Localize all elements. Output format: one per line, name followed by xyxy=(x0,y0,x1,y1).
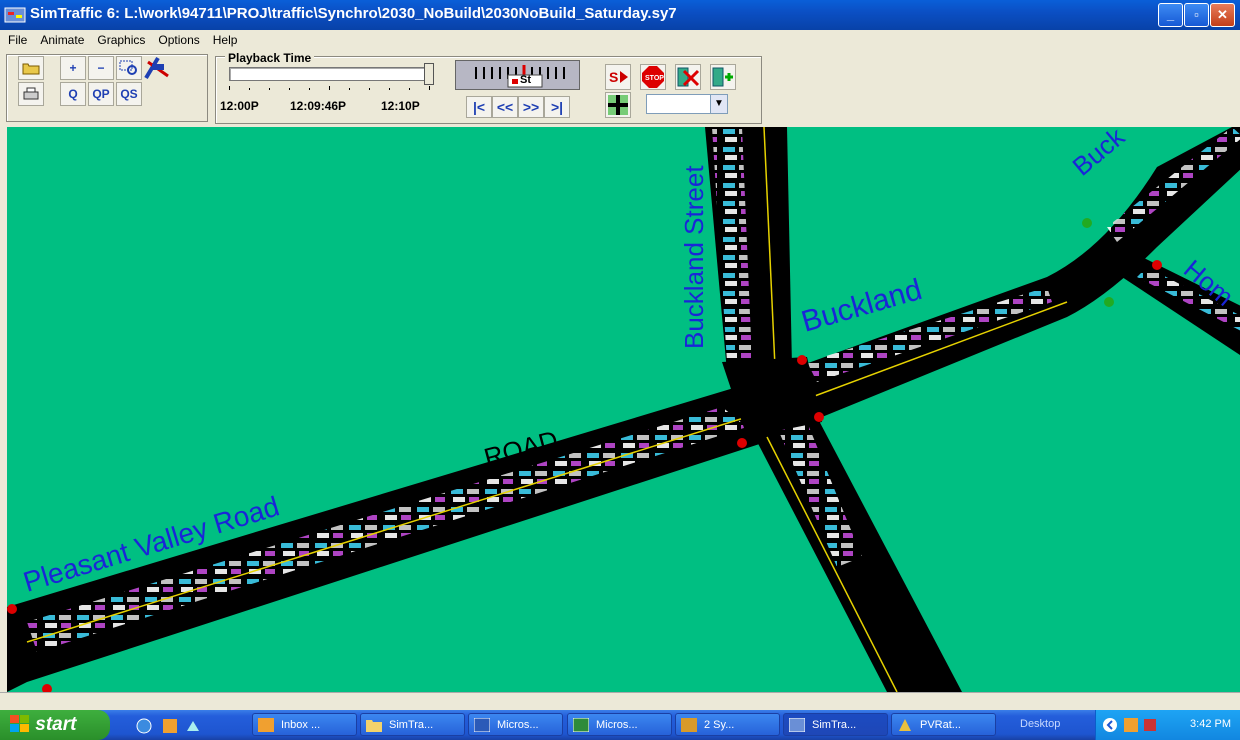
signal-icon xyxy=(42,684,52,692)
start-simulation-icon[interactable]: S xyxy=(605,64,631,90)
clock: 3:42 PM xyxy=(1190,718,1231,730)
road-network: Pleasant Valley Road ROAD Buckland Stree… xyxy=(7,127,1240,692)
signal-icon xyxy=(797,355,807,365)
taskbar-item-label: Micros... xyxy=(596,719,638,731)
svg-text:STOP: STOP xyxy=(645,75,664,82)
taskbar-item-pvrat[interactable]: PVRat... xyxy=(891,713,996,736)
simulation-map[interactable]: Pleasant Valley Road ROAD Buckland Stree… xyxy=(7,127,1240,692)
street-label-buckland-street: Buckland Street xyxy=(679,165,709,349)
signal-icon xyxy=(7,604,17,614)
nav-back-button[interactable]: << xyxy=(492,96,518,118)
taskbar-item-label: SimTra... xyxy=(389,719,434,731)
zoom-window-icon[interactable] xyxy=(116,56,142,80)
speed-label: St xyxy=(520,74,531,86)
taskbar-item-simtraffic[interactable]: SimTra... xyxy=(783,713,888,736)
taskbar-item-label: Inbox ... xyxy=(281,719,321,731)
system-tray: 3:42 PM xyxy=(1095,710,1240,740)
nav-forward-button[interactable]: >> xyxy=(518,96,544,118)
start-button[interactable]: start xyxy=(0,710,110,740)
start-label: start xyxy=(35,714,77,735)
taskbar-item-synchro-group[interactable]: 2 Sy... xyxy=(675,713,780,736)
word-icon xyxy=(474,718,490,732)
open-folder-icon[interactable] xyxy=(18,56,44,80)
menu-graphics[interactable]: Graphics xyxy=(89,30,150,47)
folder-icon xyxy=(366,720,382,732)
stop-icon[interactable]: STOP xyxy=(640,64,666,90)
taskbar-item-label: PVRat... xyxy=(920,719,961,731)
street-label-buck: Buck xyxy=(1067,127,1131,182)
zoom-all-icon[interactable]: Q xyxy=(60,82,86,106)
signal-icon xyxy=(1152,260,1162,270)
excel-icon xyxy=(573,718,589,732)
print-icon[interactable] xyxy=(18,82,44,106)
map-view-select[interactable]: ▼ xyxy=(646,94,728,114)
taskbar-item-label: 2 Sy... xyxy=(704,719,735,731)
taskbar-item-excel[interactable]: Micros... xyxy=(567,713,672,736)
taskbar-item-word[interactable]: Micros... xyxy=(468,713,563,736)
playback-slider[interactable] xyxy=(229,67,431,81)
playback-time-title: Playback Time xyxy=(225,51,315,65)
map-settings-icon[interactable] xyxy=(144,54,172,82)
signal-icon xyxy=(1104,297,1114,307)
windows-flag-icon xyxy=(10,715,29,732)
slider-ticks xyxy=(229,86,430,90)
taskbar-item-label: Micros... xyxy=(497,719,539,731)
outlook-icon xyxy=(258,718,274,732)
signals-icon[interactable] xyxy=(605,92,631,118)
menu-file[interactable]: File xyxy=(0,30,32,47)
status-bar xyxy=(0,692,1240,711)
chevron-down-icon[interactable]: ▼ xyxy=(710,95,727,113)
app-icon xyxy=(899,719,911,731)
minimize-button[interactable]: _ xyxy=(1158,3,1183,27)
record-history-icon[interactable] xyxy=(710,64,736,90)
desktop-toolbar-label[interactable]: Desktop xyxy=(1020,718,1060,730)
signal-icon xyxy=(1082,218,1092,228)
taskbar-item-simtraffic-folder[interactable]: SimTra... xyxy=(360,713,465,736)
menu-animate[interactable]: Animate xyxy=(32,30,89,47)
taskbar-item-inbox[interactable]: Inbox ... xyxy=(252,713,357,736)
app-icon xyxy=(4,7,26,23)
time-current: 12:09:46P xyxy=(290,99,347,113)
zoom-in-icon[interactable]: + xyxy=(60,56,86,80)
title-bar: SimTraffic 6: L:\work\94711\PROJ\traffic… xyxy=(0,0,1240,30)
menu-options[interactable]: Options xyxy=(150,30,204,47)
svg-text:S: S xyxy=(609,69,618,85)
zoom-out-icon[interactable]: − xyxy=(88,56,114,80)
signal-icon xyxy=(737,438,747,448)
maximize-button[interactable]: ▫ xyxy=(1184,3,1209,27)
speed-scale-icon xyxy=(475,65,565,88)
zoom-s-icon[interactable]: QS xyxy=(116,82,142,106)
synchro-icon xyxy=(681,718,697,732)
taskbar: start Inbox ... SimTra... Micros... Micr… xyxy=(0,710,1240,740)
time-end: 12:10P xyxy=(381,99,420,113)
window-title: SimTraffic 6: L:\work\94711\PROJ\traffic… xyxy=(30,5,677,22)
taskbar-item-label: SimTra... xyxy=(812,719,857,731)
menu-help[interactable]: Help xyxy=(205,30,243,47)
buckland-road-east xyxy=(797,127,1240,417)
zoom-p-icon[interactable]: QP xyxy=(88,82,114,106)
tray-icons[interactable] xyxy=(1102,716,1162,734)
delete-history-icon[interactable] xyxy=(675,64,701,90)
simtraffic-window: SimTraffic 6: L:\work\94711\PROJ\traffic… xyxy=(0,0,1240,740)
close-button[interactable]: ✕ xyxy=(1210,3,1235,27)
playback-slider-thumb[interactable] xyxy=(424,63,434,85)
nav-first-button[interactable]: |< xyxy=(466,96,492,118)
speed-control[interactable] xyxy=(455,60,580,90)
simtraffic-icon xyxy=(789,718,805,732)
quick-launch-icons[interactable] xyxy=(135,717,205,735)
time-start: 12:00P xyxy=(220,99,259,113)
menu-bar: File Animate Graphics Options Help xyxy=(0,30,1240,50)
signal-icon xyxy=(814,412,824,422)
nav-last-button[interactable]: >| xyxy=(544,96,570,118)
